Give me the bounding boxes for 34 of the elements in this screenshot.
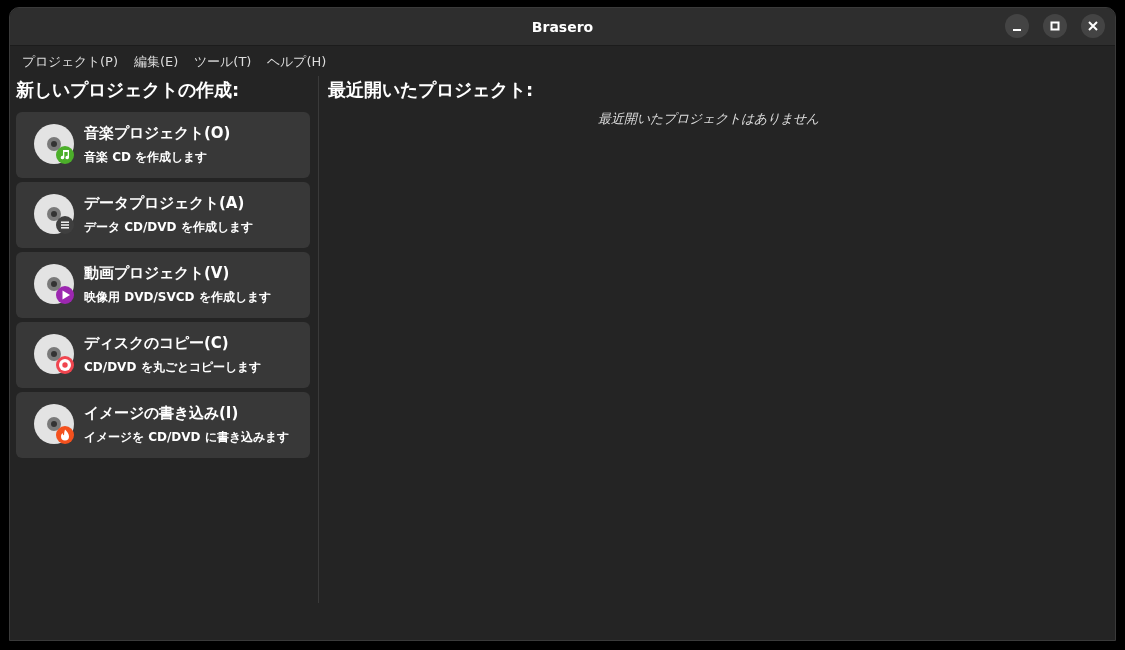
card-title: イメージの書き込み(I) [84,404,240,423]
card-title: データプロジェクト(A) [84,194,246,213]
badge-icon [56,215,74,234]
card-subtitle: イメージを CD/DVD に書き込みます [84,429,289,446]
badge-icon [56,425,74,444]
card-subtitle: CD/DVD を丸ごとコピーします [84,359,261,376]
project-card[interactable]: ディスクのコピー(C) CD/DVD を丸ごとコピーします [16,322,310,388]
card-title: 音楽プロジェクト(O) [84,124,231,143]
close-button[interactable] [1081,14,1105,38]
project-card[interactable]: 動画プロジェクト(V) 映像用 DVD/SVCD を作成します [16,252,310,318]
project-card[interactable]: 音楽プロジェクト(O) 音楽 CD を作成します [16,112,310,178]
badge-icon [56,355,74,374]
card-subtitle: 音楽 CD を作成します [84,149,209,166]
minimize-button[interactable] [1005,14,1029,38]
project-card[interactable]: データプロジェクト(A) データ CD/DVD を作成します [16,182,310,248]
menu-item[interactable]: 編集(E) [126,51,187,73]
close-icon [1088,21,1098,31]
menu-item[interactable]: プロジェクト(P) [14,51,126,73]
card-title: 動画プロジェクト(V) [84,264,231,283]
card-subtitle: データ CD/DVD を作成します [84,219,253,236]
menu-item[interactable]: ヘルプ(H) [259,51,335,73]
section-heading: 最近開いたプロジェクト: [328,78,535,102]
card-subtitle: 映像用 DVD/SVCD を作成します [84,289,271,306]
badge-icon [56,145,74,164]
badge-icon [56,285,74,304]
empty-message: 最近開いたプロジェクトはありません [598,110,819,128]
maximize-icon [1050,21,1060,31]
menu-item[interactable]: ツール(T) [186,51,260,73]
maximize-button[interactable] [1043,14,1067,38]
minimize-icon [1013,28,1021,31]
project-card[interactable]: イメージの書き込み(I) イメージを CD/DVD に書き込みます [16,392,310,458]
window-title: Brasero [531,18,594,35]
section-heading: 新しいプロジェクトの作成: [16,78,241,102]
card-title: ディスクのコピー(C) [84,334,230,353]
